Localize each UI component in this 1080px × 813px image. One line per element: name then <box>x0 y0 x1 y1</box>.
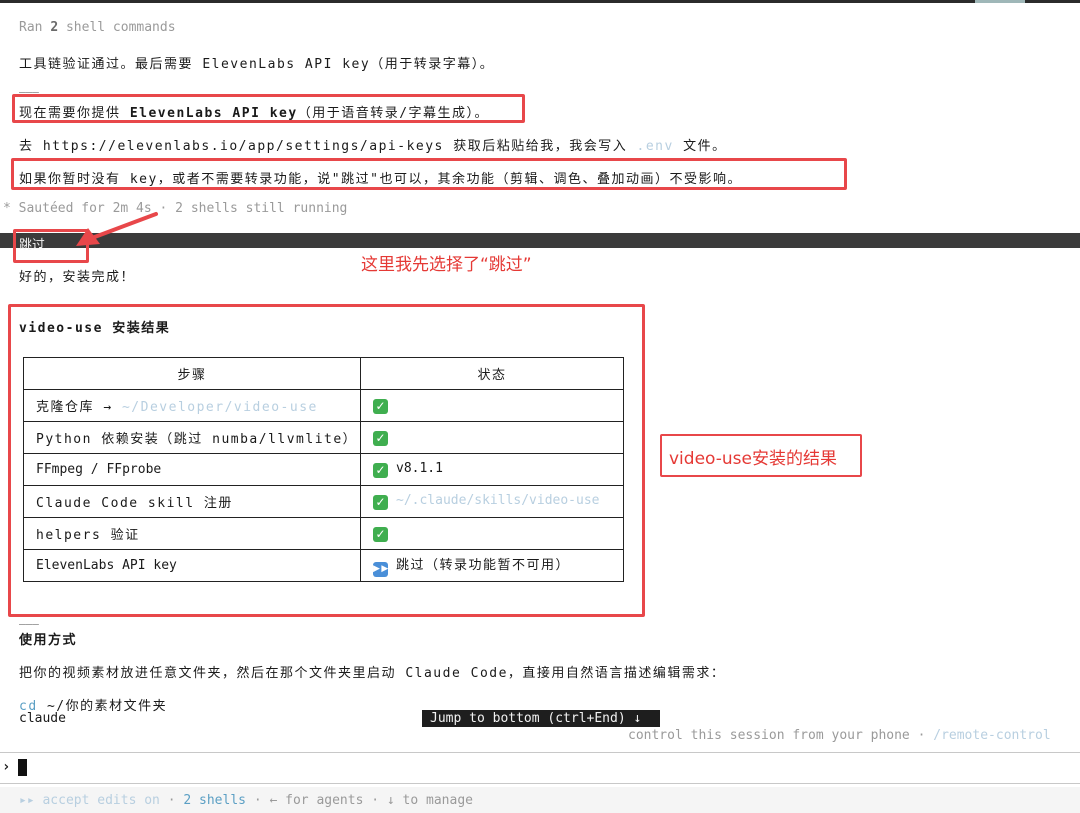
install-done-message: 好的，安装完成！ <box>19 270 136 285</box>
table-cell-step: helpers 验证 <box>23 517 361 550</box>
usage-description: 把你的视频素材放进任意文件夹，然后在那个文件夹里启动 Claude Code，直… <box>19 666 726 681</box>
accept-edits-mode[interactable]: accept edits on <box>35 793 159 808</box>
annotation-box-no-key <box>11 158 847 190</box>
skip-forward-icon: ▶▶ <box>373 562 388 577</box>
table-cell-step: Python 依赖安装（跳过 numba/llvmlite） <box>23 421 361 454</box>
top-border-accent <box>975 0 1025 3</box>
prompt-bottom-divider <box>0 783 1080 784</box>
code-line-claude: claude <box>19 711 66 726</box>
table-cell-step: FFmpeg / FFprobe <box>23 453 361 486</box>
remote-control-hint: control this session from your phone · /… <box>628 728 1051 743</box>
prompt-chevron-icon: › <box>2 759 11 775</box>
annotation-result-note: video-use安装的结果 <box>669 449 837 469</box>
prompt-input-cursor[interactable] <box>18 759 27 776</box>
usage-title: 使用方式 <box>19 633 78 648</box>
annotation-arrow-icon <box>76 212 158 246</box>
table-cell-step: 克隆仓库 → ~/Developer/video-use <box>23 389 361 422</box>
check-icon: ✓ <box>373 399 388 414</box>
sauteed-status: * Sautéed for 2m 4s · 2 shells still run… <box>3 201 348 216</box>
ran-commands-summary[interactable]: Ran 2 shell commands <box>19 20 176 35</box>
check-icon: ✓ <box>373 527 388 542</box>
status-bar-text: ▸▸ accept edits on · 2 shells · ← for ag… <box>19 793 473 808</box>
shells-count[interactable]: 2 shells <box>183 793 246 808</box>
table-cell-status: ✓ <box>360 389 624 422</box>
table-cell-step: Claude Code skill 注册 <box>23 485 361 518</box>
table-header-step: 步骤 <box>23 357 361 390</box>
divider-1: ___ <box>19 80 39 93</box>
table-row: ElevenLabs API key ▶▶ 跳过（转录功能暂不可用） <box>23 549 624 582</box>
check-icon: ✓ <box>373 495 388 510</box>
table-cell-status: ✓ v8.1.1 <box>360 453 624 486</box>
agents-hint: ← for agents <box>269 793 364 808</box>
table-row: FFmpeg / FFprobe ✓ v8.1.1 <box>23 453 624 486</box>
table-cell-status: ✓ <box>360 421 624 454</box>
top-border <box>0 0 1080 3</box>
check-icon: ✓ <box>373 431 388 446</box>
check-icon: ✓ <box>373 463 388 478</box>
manage-hint: ↓ to manage <box>386 793 473 808</box>
toolchain-message: 工具链验证通过。最后需要 ElevenLabs API key（用于转录字幕）。 <box>19 57 495 72</box>
accept-edits-icon: ▸▸ <box>19 793 35 808</box>
remote-control-link[interactable]: /remote-control <box>933 728 1050 743</box>
table-cell-status: ▶▶ 跳过（转录功能暂不可用） <box>360 549 624 582</box>
prompt-top-divider <box>0 752 1080 753</box>
annotation-box-need-key <box>12 94 525 123</box>
user-message-bar <box>0 233 1080 248</box>
table-row: Python 依赖安装（跳过 numba/llvmlite） ✓ <box>23 421 624 454</box>
table-header-row: 步骤 状态 <box>23 357 624 390</box>
get-key-message: 去 https://elevenlabs.io/app/settings/api… <box>19 139 727 154</box>
table-cell-status: ✓ <box>360 517 624 550</box>
table-row: helpers 验证 ✓ <box>23 517 624 550</box>
table-row: 克隆仓库 → ~/Developer/video-use ✓ <box>23 389 624 422</box>
table-cell-step: ElevenLabs API key <box>23 549 361 582</box>
table-row: Claude Code skill 注册 ✓ ~/.claude/skills/v… <box>23 485 624 518</box>
annotation-skip-note: 这里我先选择了“跳过” <box>361 255 532 275</box>
divider-2: ___ <box>19 612 39 625</box>
table-header-status: 状态 <box>360 357 624 390</box>
jump-to-bottom-button[interactable]: Jump to bottom (ctrl+End) ↓ <box>422 710 660 727</box>
result-title: video-use 安装结果 <box>19 321 171 336</box>
table-cell-status: ✓ ~/.claude/skills/video-use <box>360 485 624 518</box>
install-results-table: 步骤 状态 克隆仓库 → ~/Developer/video-use ✓ Pyt… <box>23 357 624 582</box>
